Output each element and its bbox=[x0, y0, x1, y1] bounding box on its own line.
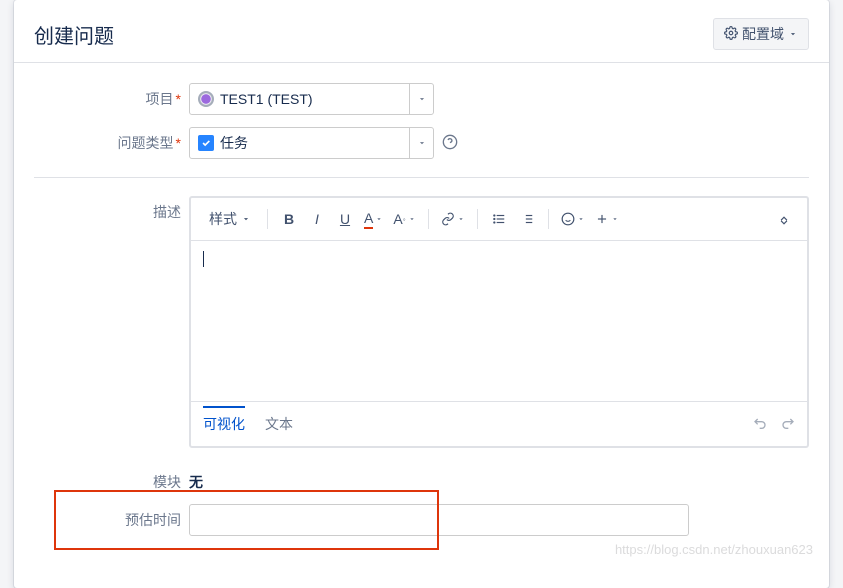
style-dropdown[interactable]: 样式 bbox=[201, 206, 259, 232]
chevron-down-icon bbox=[409, 84, 433, 114]
project-label: 项目 bbox=[34, 83, 189, 109]
description-row: 描述 样式 B I U A A◦ bbox=[34, 196, 809, 448]
help-icon[interactable] bbox=[442, 134, 458, 153]
dialog-body: 项目 TEST1 (TEST) 问题类型 bbox=[14, 63, 829, 588]
task-icon bbox=[198, 135, 214, 151]
chevron-down-icon bbox=[409, 128, 433, 158]
project-value: TEST1 (TEST) bbox=[220, 91, 313, 107]
undo-button[interactable] bbox=[753, 415, 769, 434]
dialog-title: 创建问题 bbox=[34, 20, 114, 49]
project-avatar-icon bbox=[198, 91, 214, 107]
editor-toolbar: 样式 B I U A A◦ bbox=[191, 198, 807, 241]
bullet-list-button[interactable] bbox=[486, 206, 512, 232]
gear-icon bbox=[724, 26, 738, 43]
link-button[interactable] bbox=[437, 206, 469, 232]
estimate-input[interactable] bbox=[189, 504, 689, 536]
tab-text[interactable]: 文本 bbox=[265, 408, 293, 440]
insert-more-button[interactable] bbox=[591, 206, 623, 232]
estimate-row: 预估时间 bbox=[34, 504, 809, 536]
underline-button[interactable]: U bbox=[332, 206, 358, 232]
project-select[interactable]: TEST1 (TEST) bbox=[189, 83, 434, 115]
configure-fields-button[interactable]: 配置域 bbox=[713, 18, 809, 50]
description-textarea[interactable] bbox=[191, 241, 807, 401]
text-color-button[interactable]: A bbox=[360, 206, 387, 232]
create-issue-dialog: 创建问题 配置域 项目 TEST1 (TEST) bbox=[14, 0, 829, 588]
module-row: 模块 无 bbox=[34, 466, 809, 492]
italic-button[interactable]: I bbox=[304, 206, 330, 232]
section-divider bbox=[34, 177, 809, 178]
module-label: 模块 bbox=[34, 466, 189, 492]
project-row: 项目 TEST1 (TEST) bbox=[34, 83, 809, 115]
bold-button[interactable]: B bbox=[276, 206, 302, 232]
issuetype-row: 问题类型 任务 bbox=[34, 127, 809, 159]
text-cursor bbox=[203, 251, 204, 267]
collapse-toolbar-button[interactable] bbox=[771, 206, 797, 232]
more-format-button[interactable]: A◦ bbox=[389, 206, 419, 232]
rich-text-editor: 样式 B I U A A◦ bbox=[189, 196, 809, 448]
description-label: 描述 bbox=[34, 196, 189, 222]
emoji-button[interactable] bbox=[557, 206, 589, 232]
issuetype-select[interactable]: 任务 bbox=[189, 127, 434, 159]
module-value: 无 bbox=[189, 466, 203, 492]
watermark-text: https://blog.csdn.net/zhouxuan623 bbox=[615, 542, 813, 557]
issuetype-label: 问题类型 bbox=[34, 127, 189, 153]
tab-visual[interactable]: 可视化 bbox=[203, 406, 245, 440]
issuetype-value: 任务 bbox=[220, 133, 248, 153]
editor-footer: 可视化 文本 bbox=[191, 401, 807, 446]
dialog-header: 创建问题 配置域 bbox=[14, 0, 829, 63]
chevron-down-icon bbox=[788, 26, 798, 42]
redo-button[interactable] bbox=[779, 415, 795, 434]
config-label: 配置域 bbox=[742, 24, 784, 44]
numbered-list-button[interactable] bbox=[514, 206, 540, 232]
estimate-label: 预估时间 bbox=[34, 504, 189, 530]
